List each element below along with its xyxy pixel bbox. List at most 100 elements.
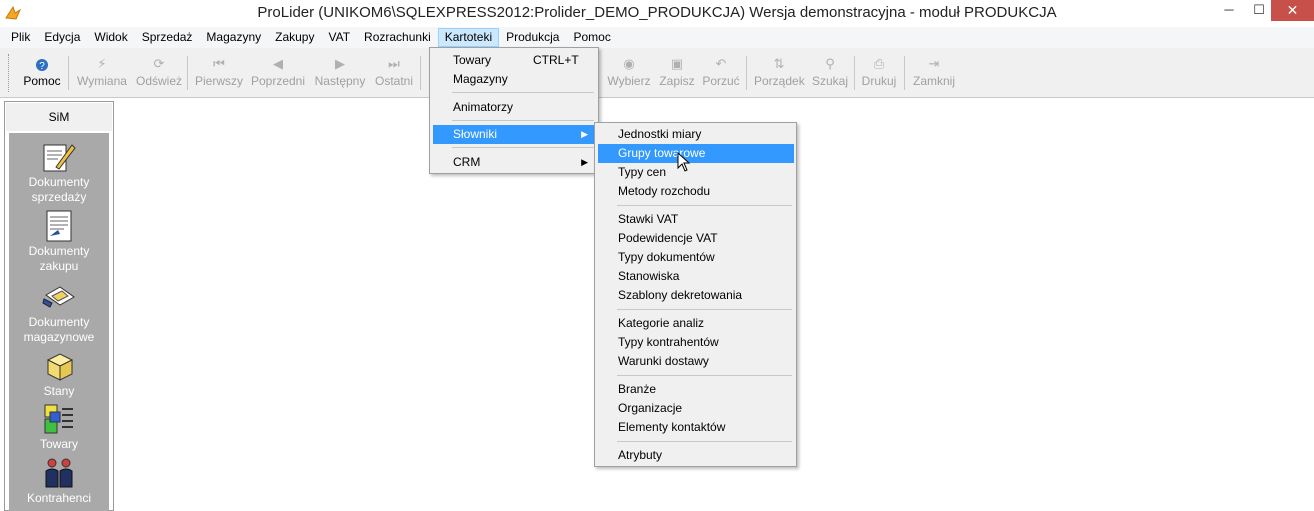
toolbar-separator (420, 56, 421, 90)
menu-item-elementy-kontaktow[interactable]: Elementy kontaktów (598, 418, 794, 437)
porzadek-button[interactable]: ⇅ Porządek (754, 54, 805, 92)
previous-icon: ◀ (273, 56, 283, 71)
printer-icon: ⎙ (873, 56, 885, 71)
menu-item-kategorie-analiz[interactable]: Kategorie analiz (598, 314, 794, 333)
menu-produkcja[interactable]: Produkcja (499, 28, 566, 47)
maximize-button[interactable]: ☐ (1244, 0, 1274, 21)
menu-separator (617, 375, 792, 376)
menu-item-typy-dokumentow[interactable]: Typy dokumentów (598, 248, 794, 267)
poprzedni-label: Poprzedni (250, 74, 306, 88)
menu-item-jednostki-miary[interactable]: Jednostki miary (598, 125, 794, 144)
pomoc-button[interactable]: ? Pomoc (20, 54, 64, 92)
wybierz-button[interactable]: ◉ Wybierz (606, 54, 652, 92)
menu-plik[interactable]: Plik (4, 28, 37, 47)
hand-document-icon (42, 286, 75, 308)
side-panel-header[interactable]: SiM (6, 103, 112, 131)
odswiez-button[interactable]: ⟳ Odśwież (136, 54, 182, 92)
side-item-label: Towary (39, 437, 78, 451)
szukaj-button[interactable]: ⚲ Szukaj (811, 54, 849, 92)
side-item-dokumenty-zakupu[interactable]: Dokumenty zakupu (9, 210, 109, 274)
pierwszy-label: Pierwszy (195, 74, 244, 88)
menu-separator (617, 309, 792, 310)
toolbar-separator (854, 56, 855, 90)
menu-item-grupy-towarowe[interactable]: Grupy towarowe (598, 144, 794, 163)
toolbar-separator (187, 56, 188, 90)
side-item-dokumenty-magazynowe[interactable]: Dokumenty magazynowe (9, 281, 109, 345)
zamknij-button[interactable]: ⇥ Zamknij (911, 54, 957, 92)
menu-item-metody-rozchodu[interactable]: Metody rozchodu (598, 182, 794, 201)
mouse-pointer-icon (677, 152, 691, 172)
menu-item-typy-kontrahentow[interactable]: Typy kontrahentów (598, 333, 794, 352)
side-item-dokumenty-sprzedazy[interactable]: Dokumenty sprzedaży (9, 141, 109, 205)
minimize-button[interactable]: ─ (1214, 0, 1244, 21)
submenu-arrow-icon: ▶ (581, 129, 588, 139)
menu-item-podewidencje-vat[interactable]: Podewidencje VAT (598, 229, 794, 248)
menu-item-organizacje[interactable]: Organizacje (598, 399, 794, 418)
ostatni-label: Ostatni (374, 74, 413, 88)
exit-door-icon: ⇥ (928, 56, 940, 71)
binoculars-icon: ⚲ (825, 56, 835, 71)
menu-item-label: Słowniki (453, 127, 498, 141)
menu-item-magazyny[interactable]: Magazyny (433, 70, 596, 89)
menu-item-branze[interactable]: Branże (598, 380, 794, 399)
close-button[interactable]: ✕ (1271, 0, 1314, 21)
toolbar-grip[interactable] (8, 54, 11, 92)
menu-item-szablony-dekretowania[interactable]: Szablony dekretowania (598, 286, 794, 305)
pomoc-label: Pomoc (23, 74, 61, 88)
kartoteki-dropdown: Towary CTRL+T Magazyny Animatorzy Słowni… (429, 47, 599, 174)
menu-item-towary[interactable]: Towary CTRL+T (433, 51, 596, 70)
menu-item-warunki-dostawy[interactable]: Warunki dostawy (598, 352, 794, 371)
svg-text:?: ? (39, 61, 45, 72)
help-icon: ? (20, 54, 64, 74)
nastepny-button[interactable]: ▶ Następny (313, 54, 367, 92)
app-window: ProLider (UNIKOM6\SQLEXPRESS2012:Prolide… (0, 0, 1314, 511)
refresh-icon: ⟳ (153, 56, 165, 71)
zapisz-button[interactable]: ▣ Zapisz (658, 54, 696, 92)
side-item-towary[interactable]: Towary (9, 403, 109, 452)
menu-separator (452, 147, 594, 148)
menu-item-stawki-vat[interactable]: Stawki VAT (598, 210, 794, 229)
toolbar-separator (904, 56, 905, 90)
porzadek-label: Porządek (754, 74, 805, 88)
menu-widok[interactable]: Widok (87, 28, 134, 47)
side-item-label: Dokumenty magazynowe (23, 315, 95, 344)
submenu-arrow-icon: ▶ (581, 157, 588, 167)
menu-edycja[interactable]: Edycja (37, 28, 87, 47)
menu-kartoteki[interactable]: Kartoteki (437, 28, 500, 47)
zapisz-label: Zapisz (659, 74, 695, 88)
porzuc-button[interactable]: ↶ Porzuć (702, 54, 740, 92)
menu-item-stanowiska[interactable]: Stanowiska (598, 267, 794, 286)
pierwszy-button[interactable]: ⏮ Pierwszy (195, 54, 243, 92)
select-icon: ◉ (623, 56, 635, 71)
wymiana-button[interactable]: ⚡ Wymiana (76, 54, 128, 92)
poprzedni-button[interactable]: ◀ Poprzedni (250, 54, 306, 92)
menu-pomoc[interactable]: Pomoc (566, 28, 617, 47)
menu-vat[interactable]: VAT (321, 28, 357, 47)
menu-separator (452, 120, 594, 121)
title-bar: ProLider (UNIKOM6\SQLEXPRESS2012:Prolide… (0, 0, 1314, 27)
side-item-kontrahenci[interactable]: Kontrahenci (9, 457, 109, 506)
side-item-stany[interactable]: Stany (9, 350, 109, 399)
menu-item-animatorzy[interactable]: Animatorzy (433, 98, 596, 117)
menu-item-atrybuty[interactable]: Atrybuty (598, 446, 794, 465)
save-icon: ▣ (670, 56, 684, 71)
menu-separator (452, 92, 594, 93)
side-panel-body: Dokumenty sprzedaży Dokumenty zakupu Dok… (9, 133, 109, 511)
next-icon: ▶ (335, 56, 345, 71)
menu-item-crm[interactable]: CRM ▶ (433, 153, 596, 172)
menu-item-typy-cen[interactable]: Typy cen (598, 163, 794, 182)
menu-zakupy[interactable]: Zakupy (268, 28, 321, 47)
menu-item-slowniki[interactable]: Słowniki ▶ (433, 125, 596, 144)
wybierz-label: Wybierz (607, 74, 651, 88)
zamknij-label: Zamknij (912, 74, 955, 88)
menu-rozrachunki[interactable]: Rozrachunki (357, 28, 438, 47)
menu-sprzedaz[interactable]: Sprzedaż (135, 28, 200, 47)
side-item-label: Dokumenty zakupu (28, 244, 90, 273)
drukuj-button[interactable]: ⎙ Drukuj (860, 54, 898, 92)
menu-bar: Plik Edycja Widok Sprzedaż Magazyny Zaku… (0, 27, 1314, 48)
menu-magazyny[interactable]: Magazyny (199, 28, 268, 47)
undo-icon: ↶ (715, 56, 727, 71)
porzuc-label: Porzuć (702, 74, 740, 88)
exchange-icon: ⚡ (97, 56, 107, 71)
ostatni-button[interactable]: ⏭ Ostatni (373, 54, 415, 92)
